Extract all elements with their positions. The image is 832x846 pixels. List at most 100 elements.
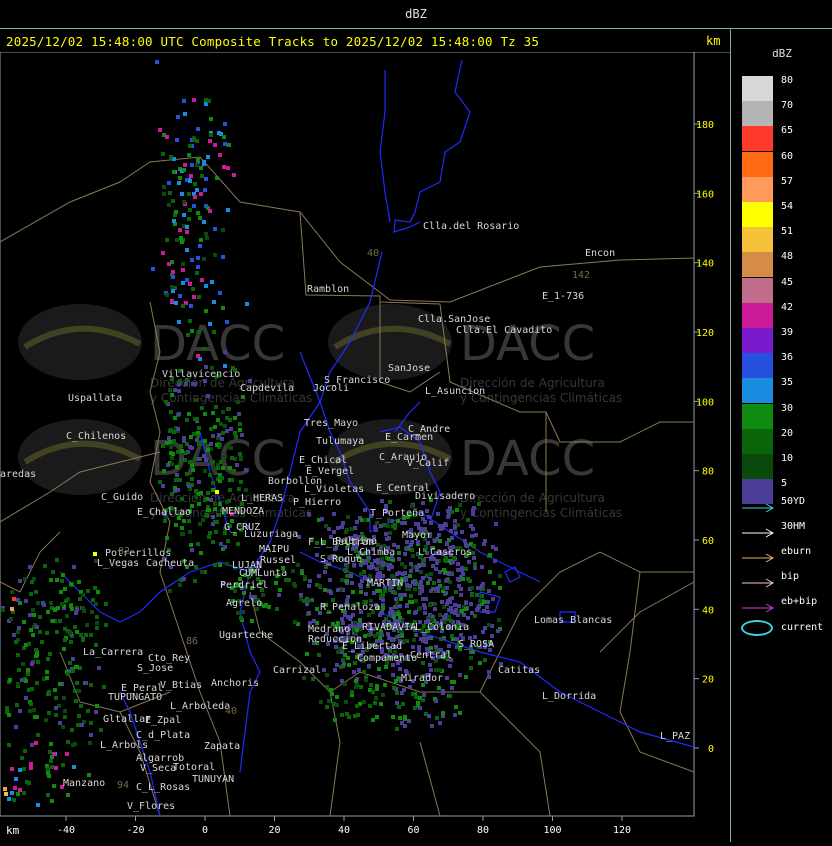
echo-pixel xyxy=(239,480,243,484)
echo-pixel xyxy=(182,577,186,581)
track-arrow-50yd xyxy=(741,498,776,513)
echo-pixel xyxy=(192,204,196,208)
echo-pixel xyxy=(30,580,34,584)
echo-pixel xyxy=(175,465,179,469)
echo-pixel xyxy=(403,565,407,569)
echo-pixel xyxy=(185,230,189,234)
echo-pixel xyxy=(443,522,447,526)
echo-pixel xyxy=(196,211,200,215)
route-label: 40 xyxy=(367,248,379,259)
place-name: SanJose xyxy=(388,363,430,374)
echo-pixel xyxy=(74,611,78,615)
echo-pixel xyxy=(178,176,182,180)
place-name: L_PAZ xyxy=(660,731,690,742)
echo-pixel xyxy=(164,400,168,404)
echo-pixel xyxy=(80,723,84,727)
radar-map-canvas[interactable]: DACC Dirección de Agriculturay Contingenc… xyxy=(0,51,730,842)
echo-pixel xyxy=(227,143,231,147)
echo-pixel xyxy=(151,267,155,271)
legend-label-45: 45 xyxy=(781,276,794,288)
echo-pixel xyxy=(60,602,64,606)
place-name: TUPUNGATO xyxy=(108,692,162,703)
echo-pixel xyxy=(456,577,460,581)
echo-pixel xyxy=(354,685,358,689)
echo-pixel xyxy=(262,604,266,608)
echo-pixel xyxy=(238,422,242,426)
echo-pixel xyxy=(421,661,425,665)
echo-pixel xyxy=(177,181,181,185)
echo-pixel xyxy=(211,466,215,470)
echo-pixel xyxy=(242,591,246,595)
echo-pixel xyxy=(53,688,57,692)
echo-pixel xyxy=(476,586,480,590)
echo-pixel xyxy=(50,799,54,803)
echo-pixel xyxy=(460,530,464,534)
echo-pixel xyxy=(429,521,433,525)
echo-pixel xyxy=(437,686,441,690)
echo-pixel xyxy=(446,509,450,513)
echo-pixel xyxy=(373,525,377,529)
echo-pixel xyxy=(344,700,348,704)
echo-pixel xyxy=(456,562,460,566)
echo-pixel xyxy=(173,388,177,392)
echo-pixel xyxy=(179,459,183,463)
echo-pixel xyxy=(170,299,174,303)
echo-pixel xyxy=(229,446,233,450)
echo-pixel xyxy=(364,559,368,563)
echo-pixel xyxy=(212,330,216,334)
echo-pixel xyxy=(181,281,185,285)
legend-label-65: 65 xyxy=(781,125,794,137)
echo-pixel xyxy=(200,406,204,410)
echo-pixel xyxy=(35,715,39,719)
echo-pixel xyxy=(78,597,82,601)
track-arrow-30hm xyxy=(741,523,776,538)
echo-pixel xyxy=(364,678,368,682)
place-name: La_Carrera xyxy=(83,647,143,658)
echo-pixel xyxy=(401,572,405,576)
echo-pixel xyxy=(180,526,184,530)
echo-pixel xyxy=(418,606,422,610)
echo-pixel xyxy=(411,554,415,558)
echo-pixel xyxy=(68,661,72,665)
echo-pixel xyxy=(240,433,244,437)
legend-label-48: 48 xyxy=(781,251,794,263)
echo-pixel xyxy=(221,466,225,470)
echo-pixel xyxy=(99,728,103,732)
echo-pixel xyxy=(44,718,48,722)
place-name: V_Btias xyxy=(160,680,202,691)
echo-pixel xyxy=(388,531,392,535)
echo-pixel xyxy=(18,579,22,583)
echo-pixel xyxy=(355,520,359,524)
echo-pixel xyxy=(183,112,187,116)
echo-pixel xyxy=(94,710,98,714)
echo-pixel xyxy=(396,545,400,549)
echo-pixel xyxy=(345,579,349,583)
echo-pixel xyxy=(494,522,498,526)
echo-pixel xyxy=(170,393,174,397)
echo-pixel xyxy=(372,591,376,595)
echo-pixel xyxy=(189,174,193,178)
echo-pixel xyxy=(188,445,192,449)
place-name: Anchoris xyxy=(211,678,259,689)
echo-pixel xyxy=(397,557,401,561)
echo-pixel xyxy=(193,417,197,421)
echo-pixel xyxy=(168,589,172,593)
echo-pixel xyxy=(196,542,200,546)
radar-map[interactable]: DACC Dirección de Agricultura y Contingenc… xyxy=(0,51,730,842)
place-name: L_Colonia xyxy=(415,622,469,633)
place-name: P_Hierro xyxy=(293,497,341,508)
echo-pixel xyxy=(70,728,74,732)
echo-pixel xyxy=(182,99,186,103)
echo-pixel xyxy=(10,767,14,771)
echo-pixel xyxy=(471,512,475,516)
echo-pixel xyxy=(350,581,354,585)
echo-pixel xyxy=(46,657,50,661)
legend-label-10: 10 xyxy=(781,453,794,464)
echo-pixel xyxy=(217,433,221,437)
echo-pixel xyxy=(61,573,65,577)
echo-pixel xyxy=(434,699,438,703)
echo-pixel xyxy=(202,257,206,261)
echo-pixel xyxy=(187,192,191,196)
y-axis: 180 160 140 120 100 80 60 40 20 0 xyxy=(694,120,714,755)
echo-pixel xyxy=(180,192,184,196)
